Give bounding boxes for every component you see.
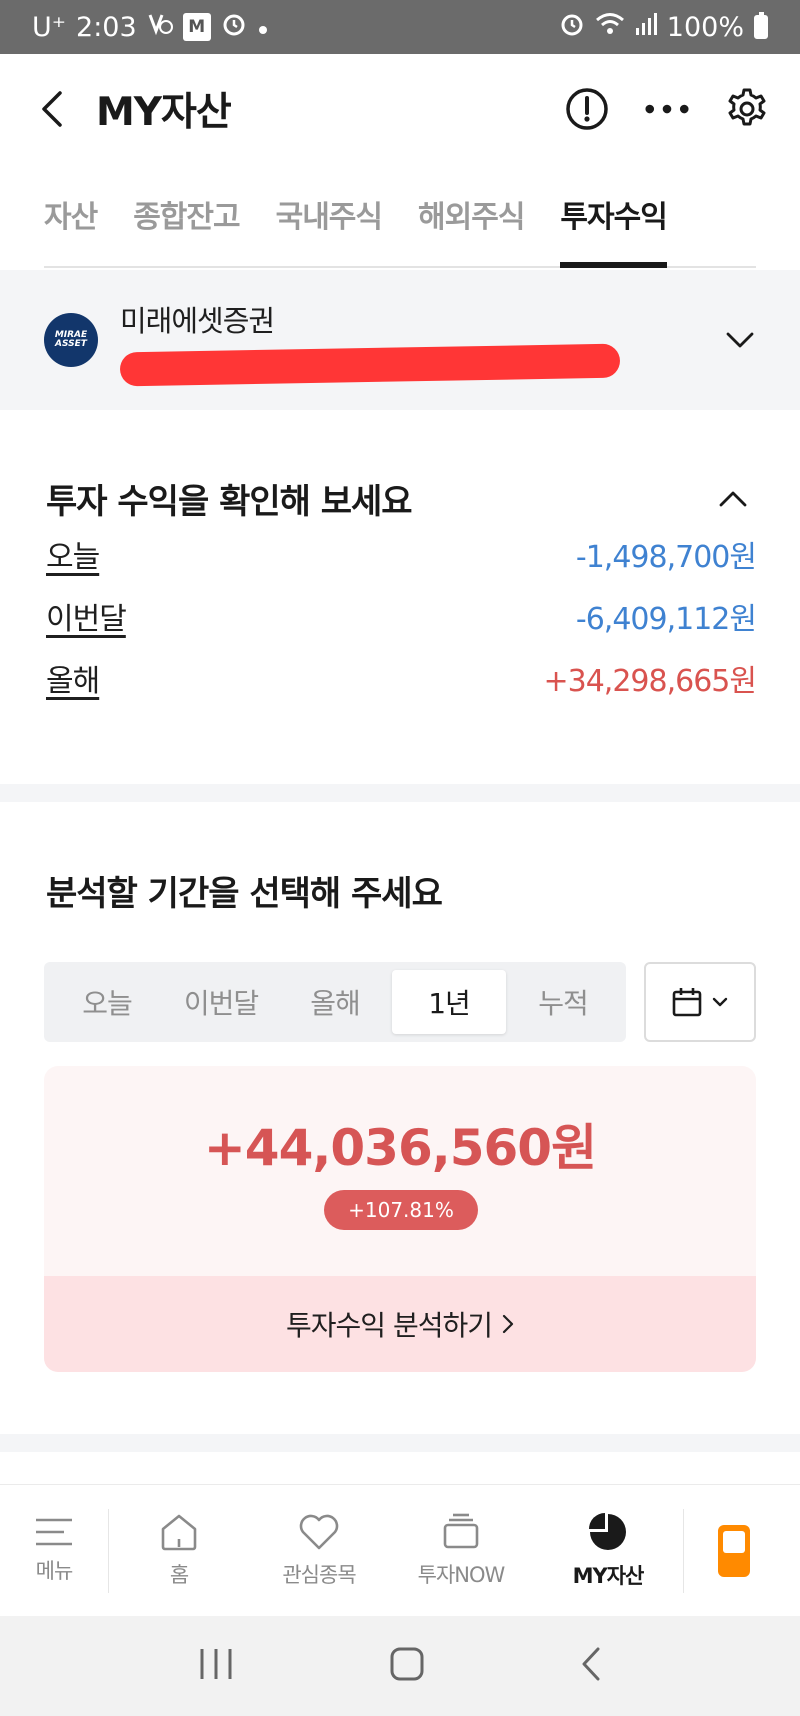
summary-label-this-month[interactable]: 이번달 bbox=[46, 594, 127, 638]
analyze-returns-button[interactable]: 투자수익 분석하기 bbox=[44, 1276, 756, 1372]
section-divider bbox=[0, 784, 800, 802]
period-title: 분석할 기간을 선택해 주세요 bbox=[46, 874, 443, 914]
recent-apps-button[interactable] bbox=[198, 1647, 234, 1685]
alarm-icon bbox=[221, 11, 247, 44]
heart-icon bbox=[299, 1514, 339, 1549]
system-nav-bar bbox=[0, 1616, 800, 1716]
summary-value-this-year: +34,298,665원 bbox=[543, 664, 757, 699]
chevron-down-icon bbox=[726, 332, 754, 348]
return-amount: +44,036,560원 bbox=[203, 1119, 597, 1177]
menu-icon bbox=[36, 1518, 72, 1545]
carrier-label: U⁺ bbox=[32, 11, 67, 43]
stack-icon bbox=[443, 1513, 479, 1548]
volte-icon bbox=[147, 11, 173, 44]
home-icon bbox=[161, 1514, 197, 1550]
tab-total-balance[interactable]: 종합잔고 bbox=[133, 164, 240, 266]
returns-summary: 투자 수익을 확인해 보세요 오늘 -1,498,700원 이번달 -6,409… bbox=[0, 410, 800, 784]
settings-button[interactable] bbox=[724, 86, 770, 132]
nav-item-home[interactable]: 홈 bbox=[109, 1485, 249, 1616]
nav-item-menu[interactable]: 메뉴 bbox=[0, 1485, 108, 1616]
date-range-button[interactable] bbox=[644, 962, 756, 1042]
period-option-cumulative[interactable]: 누적 bbox=[506, 970, 620, 1034]
phone-app-icon bbox=[718, 1524, 750, 1577]
system-back-button[interactable] bbox=[580, 1646, 602, 1686]
period-option-this-month[interactable]: 이번달 bbox=[164, 970, 278, 1034]
summary-value-this-month: -6,409,112원 bbox=[575, 602, 757, 637]
pie-chart-icon bbox=[589, 1512, 626, 1550]
chevron-down-icon bbox=[712, 997, 728, 1007]
account-info: 미래에셋증권 bbox=[119, 298, 720, 387]
status-right: 100% bbox=[559, 11, 768, 44]
chevron-right-icon bbox=[502, 1314, 514, 1334]
nav-label-menu: 메뉴 bbox=[35, 1558, 74, 1583]
section-divider bbox=[0, 1434, 800, 1452]
tab-assets[interactable]: 자산 bbox=[44, 164, 98, 266]
nav-label-watchlist: 관심종목 bbox=[282, 1562, 356, 1587]
redacted-account-number bbox=[119, 343, 621, 387]
period-option-today[interactable]: 오늘 bbox=[50, 970, 164, 1034]
period-option-this-year[interactable]: 올해 bbox=[278, 970, 392, 1034]
home-system-button[interactable] bbox=[389, 1646, 425, 1686]
nav-label-invest-now: 투자NOW bbox=[417, 1562, 506, 1587]
signal-icon bbox=[635, 12, 657, 43]
broker-logo: MIRAE ASSET bbox=[44, 313, 98, 367]
broker-name: 미래에셋증권 bbox=[120, 304, 275, 338]
analyze-returns-label: 투자수익 분석하기 bbox=[286, 1309, 493, 1342]
nav-label-home: 홈 bbox=[169, 1562, 189, 1587]
collapse-summary-button[interactable] bbox=[710, 476, 756, 522]
summary-title: 투자 수익을 확인해 보세요 bbox=[46, 482, 413, 522]
recent-apps-icon bbox=[200, 1649, 232, 1679]
period-option-1-year[interactable]: 1년 bbox=[392, 970, 506, 1034]
summary-value-today: -1,498,700원 bbox=[575, 540, 757, 575]
summary-row-this-month: 이번달 -6,409,112원 bbox=[46, 585, 757, 647]
asset-tabs: 자산 종합잔고 국내주식 해외주식 투자수익 bbox=[44, 164, 756, 268]
tab-investment-returns[interactable]: 투자수익 bbox=[560, 164, 668, 268]
wifi-icon bbox=[595, 11, 625, 44]
summary-header: 투자 수익을 확인해 보세요 bbox=[46, 474, 756, 523]
more-button[interactable] bbox=[644, 86, 690, 132]
battery-icon bbox=[754, 12, 768, 39]
notification-dot-icon bbox=[257, 12, 269, 43]
logo-text-line2: ASSET bbox=[55, 339, 87, 349]
page-title: MY자산 bbox=[96, 90, 232, 135]
nav-item-invest-now[interactable]: 투자NOW bbox=[389, 1485, 533, 1616]
tab-domestic-stocks[interactable]: 국내주식 bbox=[276, 164, 383, 266]
account-selector[interactable]: MIRAE ASSET 미래에셋증권 bbox=[0, 270, 800, 410]
home-square-icon bbox=[390, 1647, 424, 1681]
nav-item-my-assets[interactable]: MY자산 bbox=[533, 1485, 683, 1616]
summary-row-this-year: 올해 +34,298,665원 bbox=[46, 647, 757, 709]
return-result-card: +44,036,560원 +107.81% 투자수익 분석하기 bbox=[44, 1066, 756, 1372]
bottom-nav: 메뉴 홈 관심종목 투자NOW MY자산 bbox=[0, 1484, 800, 1616]
clock: 2:03 bbox=[76, 11, 137, 43]
chevron-left-icon bbox=[42, 91, 62, 127]
return-rate-badge: +107.81% bbox=[324, 1190, 478, 1230]
nav-label-my-assets: MY자산 bbox=[572, 1563, 645, 1588]
app-header: MY자산 bbox=[0, 54, 800, 164]
exclamation-circle-icon bbox=[566, 88, 608, 130]
account-dropdown-button[interactable] bbox=[720, 320, 760, 360]
summary-row-today: 오늘 -1,498,700원 bbox=[46, 523, 757, 585]
tab-foreign-stocks[interactable]: 해외주식 bbox=[418, 164, 525, 266]
battery-percent: 100% bbox=[666, 11, 744, 43]
chevron-up-icon bbox=[719, 491, 747, 506]
back-button[interactable] bbox=[38, 84, 74, 134]
info-button[interactable] bbox=[564, 86, 610, 132]
gear-icon bbox=[728, 88, 766, 126]
status-bar: U⁺ 2:03 M 100% bbox=[0, 0, 800, 54]
period-analysis: 분석할 기간을 선택해 주세요 오늘 이번달 올해 1년 누적 +44,036,… bbox=[0, 802, 800, 1434]
nav-item-watchlist[interactable]: 관심종목 bbox=[249, 1485, 389, 1616]
alarm-icon bbox=[559, 11, 585, 44]
period-segmented-control: 오늘 이번달 올해 1년 누적 bbox=[44, 962, 626, 1042]
summary-label-this-year[interactable]: 올해 bbox=[46, 656, 100, 700]
nav-item-phone-app[interactable] bbox=[684, 1485, 784, 1616]
back-chevron-icon bbox=[582, 1647, 600, 1681]
mstock-app-icon: M bbox=[182, 13, 211, 41]
header-actions bbox=[564, 86, 770, 132]
more-horizontal-icon bbox=[645, 104, 689, 114]
calendar-icon bbox=[672, 988, 702, 1017]
summary-label-today[interactable]: 오늘 bbox=[46, 532, 100, 576]
status-left: U⁺ 2:03 M bbox=[32, 11, 269, 44]
